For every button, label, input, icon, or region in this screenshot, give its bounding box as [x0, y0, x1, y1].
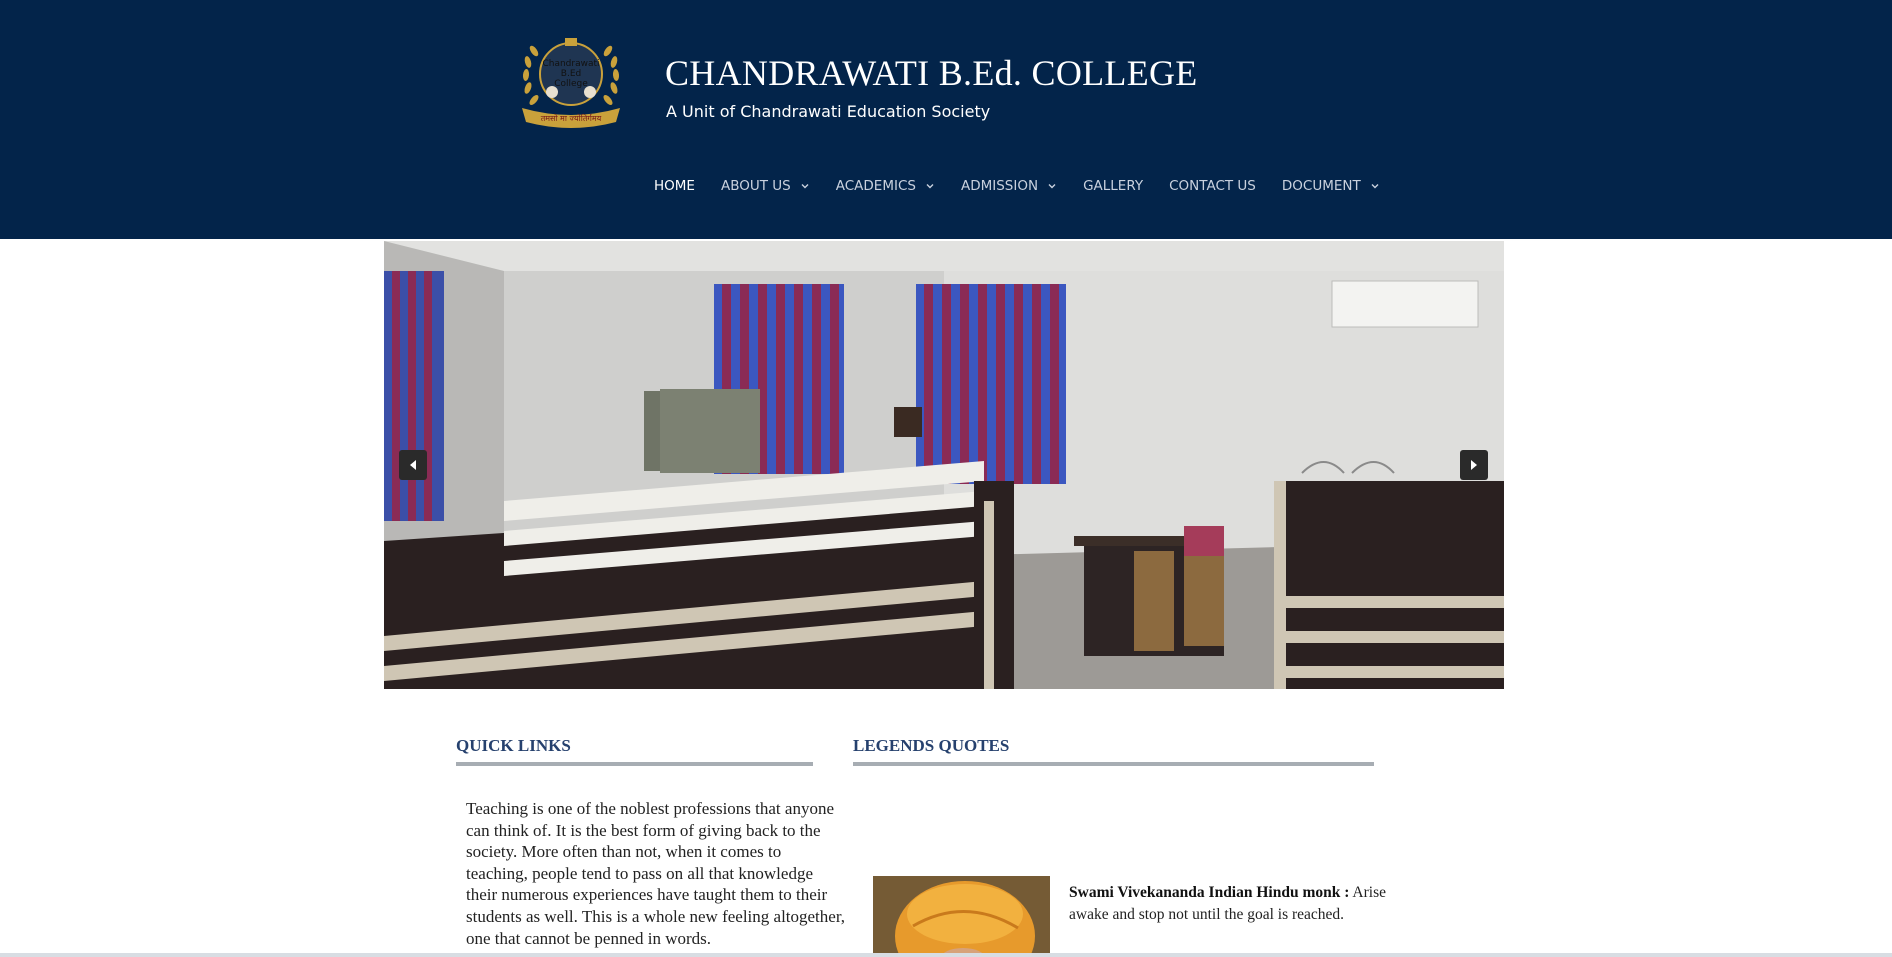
nav-item-document[interactable]: DOCUMENT — [1282, 175, 1380, 197]
nav-item-academics[interactable]: ACADEMICS — [836, 175, 935, 197]
quick-links-text: Teaching is one of the noblest professio… — [466, 799, 846, 948]
chevron-down-icon — [1048, 184, 1056, 189]
college-logo[interactable]: Chandrawati B.Ed College तमसो मा ज्योतिर… — [514, 30, 628, 130]
nav-label: HOME — [654, 178, 695, 194]
nav-label: CONTACT US — [1169, 178, 1256, 194]
nav-label: ACADEMICS — [835, 178, 916, 194]
legend-quote: Swami Vivekananda Indian Hindu monk : Ar… — [1069, 882, 1419, 925]
main-nav: HOME ABOUT US ACADEMICS ADMISSION GALLER… — [654, 175, 1406, 197]
slider-image — [384, 241, 1504, 689]
legends-quotes-divider — [853, 762, 1374, 766]
hero-slider[interactable] — [384, 241, 1504, 689]
chevron-down-icon — [1371, 184, 1379, 189]
nav-label: ADMISSION — [960, 178, 1039, 194]
nav-label: DOCUMENT — [1281, 178, 1361, 194]
chevron-down-icon — [801, 184, 809, 189]
nav-item-admission[interactable]: ADMISSION — [961, 175, 1057, 197]
svg-text:तमसो मा ज्योतिर्गमय: तमसो मा ज्योतिर्गमय — [541, 113, 602, 123]
quote-author: Swami Vivekananda Indian Hindu monk : — [1069, 884, 1350, 901]
slider-next-button[interactable] — [1460, 450, 1488, 480]
nav-item-gallery[interactable]: GALLERY — [1083, 175, 1143, 197]
page-bottom-edge — [0, 953, 1892, 957]
nav-item-home[interactable]: HOME — [654, 175, 695, 197]
nav-label: GALLERY — [1083, 178, 1144, 194]
svg-text:College: College — [554, 79, 588, 89]
slider-prev-button[interactable] — [399, 450, 427, 480]
nav-label: ABOUT US — [720, 178, 791, 194]
triangle-left-icon — [410, 460, 416, 470]
site-title[interactable]: CHANDRAWATI B.Ed. COLLEGE — [665, 52, 1198, 94]
swami-vivekananda-photo — [873, 876, 1050, 957]
svg-text:B.Ed: B.Ed — [561, 69, 581, 79]
site-header: Chandrawati B.Ed College तमसो मा ज्योतिर… — [0, 0, 1892, 239]
triangle-right-icon — [1471, 460, 1477, 470]
chevron-down-icon — [926, 184, 934, 189]
quick-links-divider — [456, 762, 813, 766]
nav-item-about-us[interactable]: ABOUT US — [721, 175, 810, 197]
legends-quotes-heading: LEGENDS QUOTES — [853, 736, 1010, 755]
quick-links-heading: QUICK LINKS — [456, 736, 571, 755]
svg-text:Chandrawati: Chandrawati — [542, 59, 599, 69]
nav-item-contact-us[interactable]: CONTACT US — [1169, 175, 1256, 197]
site-subtitle: A Unit of Chandrawati Education Society — [666, 102, 991, 121]
